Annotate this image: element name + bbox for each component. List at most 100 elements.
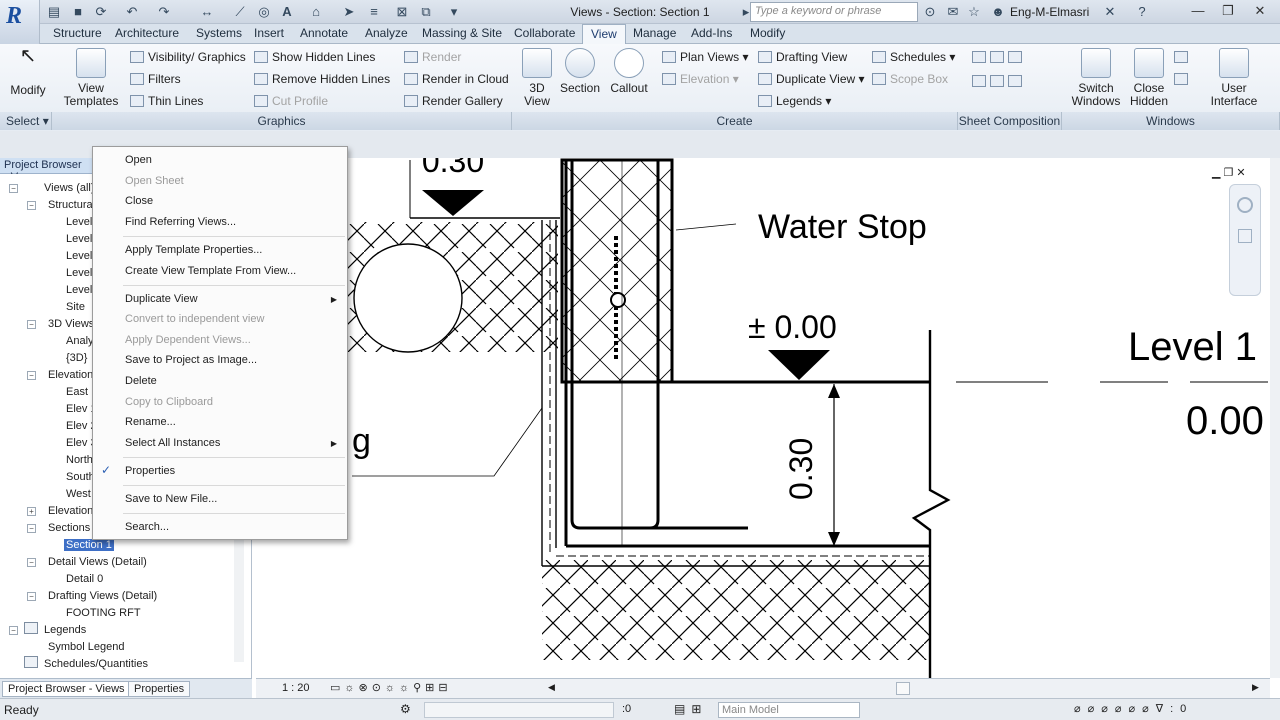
scroll-left-icon[interactable]: ◀ — [548, 682, 555, 693]
tree-elevation-2[interactable]: Elevation — [48, 505, 93, 517]
tab-collaborate[interactable]: Collaborate — [512, 26, 577, 40]
restore-icon[interactable]: ❐ — [1214, 2, 1242, 20]
tree-site[interactable]: Site — [66, 301, 85, 313]
menu-properties[interactable]: Properties — [125, 465, 175, 477]
save-icon[interactable]: ■ — [70, 4, 86, 20]
thin-lines-icon[interactable]: ≡ — [366, 4, 382, 20]
close-hidden-button[interactable]: Close Hidden — [1124, 48, 1174, 108]
collapse-structural-icon[interactable]: − — [27, 201, 36, 210]
workset-dropdown[interactable] — [424, 702, 614, 718]
tree-schedules[interactable]: Schedules/Quantities — [44, 658, 148, 670]
callout-button[interactable]: Callout — [606, 48, 652, 95]
panel-select[interactable]: Select ▾ — [0, 112, 52, 130]
collapse-3d-views-icon[interactable]: − — [27, 320, 36, 329]
tab-analyze[interactable]: Analyze — [363, 26, 410, 40]
tree-detail-0[interactable]: Detail 0 — [66, 573, 103, 585]
tab-modify[interactable]: Modify — [748, 26, 787, 40]
tree-south[interactable]: South — [66, 471, 95, 483]
menu-save-new-file[interactable]: Save to New File... — [125, 493, 217, 505]
menu-apply-dependent[interactable]: Apply Dependent Views... — [125, 334, 251, 346]
tree-symbol-legend[interactable]: Symbol Legend — [48, 641, 124, 653]
visibility-graphics-button[interactable]: Visibility/ Graphics — [130, 50, 246, 64]
text-icon[interactable]: A — [279, 4, 295, 20]
main-model-dropdown[interactable]: Main Model — [718, 702, 860, 718]
binoculars-icon[interactable]: ⊙ — [922, 4, 938, 20]
scale-selector[interactable]: 1 : 20 — [282, 682, 310, 694]
tab-systems[interactable]: Systems — [194, 26, 244, 40]
menu-find-referring-views[interactable]: Find Referring Views... — [125, 216, 236, 228]
switch-windows-button[interactable]: Switch Windows — [1070, 48, 1122, 108]
tree-3d[interactable]: {3D} — [66, 352, 87, 364]
tree-drafting-views[interactable]: Drafting Views (Detail) — [48, 590, 157, 602]
sheet-icons[interactable] — [972, 50, 1026, 64]
tree-west[interactable]: West — [66, 488, 91, 500]
tree-sections[interactable]: Sections — [48, 522, 90, 534]
menu-apply-template[interactable]: Apply Template Properties... — [125, 244, 262, 256]
close-window-icon[interactable]: ✕ — [1246, 2, 1274, 20]
undo-icon[interactable]: ↶ — [124, 4, 140, 20]
customize-qat-icon[interactable]: ▾ — [446, 4, 462, 20]
plan-views-button[interactable]: Plan Views ▾ — [662, 50, 749, 64]
tag-icon[interactable]: ◎ — [256, 4, 272, 20]
collapse-drafting-icon[interactable]: − — [27, 592, 36, 601]
worksets-icon[interactable]: ⚙ — [400, 702, 411, 716]
horizontal-scroll-thumb[interactable] — [896, 682, 910, 695]
3d-view-icon[interactable]: ⌂ — [308, 4, 324, 20]
tree-footing-rft[interactable]: FOOTING RFT — [66, 607, 141, 619]
tree-north[interactable]: North — [66, 454, 93, 466]
3d-view-button[interactable]: 3D View — [518, 48, 556, 108]
help-icon[interactable]: ? — [1134, 4, 1150, 20]
tab-add-ins[interactable]: Add-Ins — [689, 26, 734, 40]
user-icon[interactable]: ☻ — [990, 4, 1006, 20]
steering-wheel-icon[interactable] — [1237, 197, 1253, 213]
modify-button[interactable]: ↖ Modify — [4, 46, 52, 97]
tab-manage[interactable]: Manage — [631, 26, 678, 40]
menu-open-sheet[interactable]: Open Sheet — [125, 175, 184, 187]
sync-icon[interactable]: ⟳ — [93, 4, 109, 20]
tab-project-browser[interactable]: Project Browser - Views — [2, 681, 131, 697]
render-gallery-button[interactable]: Render Gallery — [404, 94, 503, 108]
menu-select-all-instances[interactable]: Select All Instances — [125, 437, 220, 449]
remove-hidden-lines-button[interactable]: Remove Hidden Lines — [254, 72, 390, 86]
schedules-button[interactable]: Schedules ▾ — [872, 50, 955, 64]
collapse-detail-views-icon[interactable]: − — [27, 558, 36, 567]
view-control-icons[interactable]: ▭☼⊗⊙☼☼⚲⊞⊟ — [330, 681, 452, 694]
tree-legends[interactable]: Legends — [44, 624, 86, 636]
tree-level-3[interactable]: Level — [66, 250, 92, 262]
measure-icon[interactable]: ↔ — [199, 4, 215, 20]
filters-button[interactable]: Filters — [130, 72, 181, 86]
collapse-elevations-icon[interactable]: − — [27, 371, 36, 380]
favorites-icon[interactable]: ☆ — [966, 4, 982, 20]
elevation-button[interactable]: Elevation ▾ — [662, 72, 739, 86]
menu-open[interactable]: Open — [125, 154, 152, 166]
menu-convert-independent[interactable]: Convert to independent view — [125, 313, 264, 325]
menu-create-template[interactable]: Create View Template From View... — [125, 265, 296, 277]
scroll-right-icon[interactable]: ▶ — [1252, 682, 1259, 693]
open-icon[interactable]: ▤ — [46, 4, 62, 20]
switch-windows-icon[interactable]: ⧉ — [418, 4, 434, 20]
tree-3d-views[interactable]: 3D Views — [48, 318, 94, 330]
application-menu-button[interactable]: R — [0, 0, 40, 44]
tab-properties[interactable]: Properties — [128, 681, 191, 697]
cut-profile-button[interactable]: Cut Profile — [254, 94, 328, 108]
tree-section-1[interactable]: Section 1 — [64, 539, 114, 551]
tree-level-4[interactable]: Level — [66, 267, 92, 279]
thin-lines-button[interactable]: Thin Lines — [130, 94, 203, 108]
collapse-legends-icon[interactable]: − — [9, 626, 18, 635]
tab-structure[interactable]: Structure — [51, 26, 104, 40]
collapse-sections-icon[interactable]: − — [27, 524, 36, 533]
expand-elevation-icon[interactable]: + — [27, 507, 36, 516]
scope-box-button[interactable]: Scope Box — [872, 72, 948, 86]
menu-rename[interactable]: Rename... — [125, 416, 176, 428]
tree-level-1[interactable]: Level — [66, 216, 92, 228]
zoom-icon[interactable] — [1238, 229, 1252, 243]
user-name[interactable]: Eng-M-Elmasri — [1010, 5, 1089, 19]
render-cloud-button[interactable]: Render in Cloud — [404, 72, 509, 86]
search-input[interactable]: Type a keyword or phrase — [750, 2, 918, 22]
tree-east[interactable]: East — [66, 386, 88, 398]
menu-duplicate-view[interactable]: Duplicate View — [125, 293, 198, 305]
cascade-icons[interactable] — [1174, 72, 1192, 86]
selection-filter-icons[interactable]: ⌀⌀⌀⌀⌀⌀∇:0 — [1074, 702, 1193, 715]
tree-structural[interactable]: Structura — [48, 199, 93, 211]
menu-copy-clipboard[interactable]: Copy to Clipboard — [125, 396, 213, 408]
